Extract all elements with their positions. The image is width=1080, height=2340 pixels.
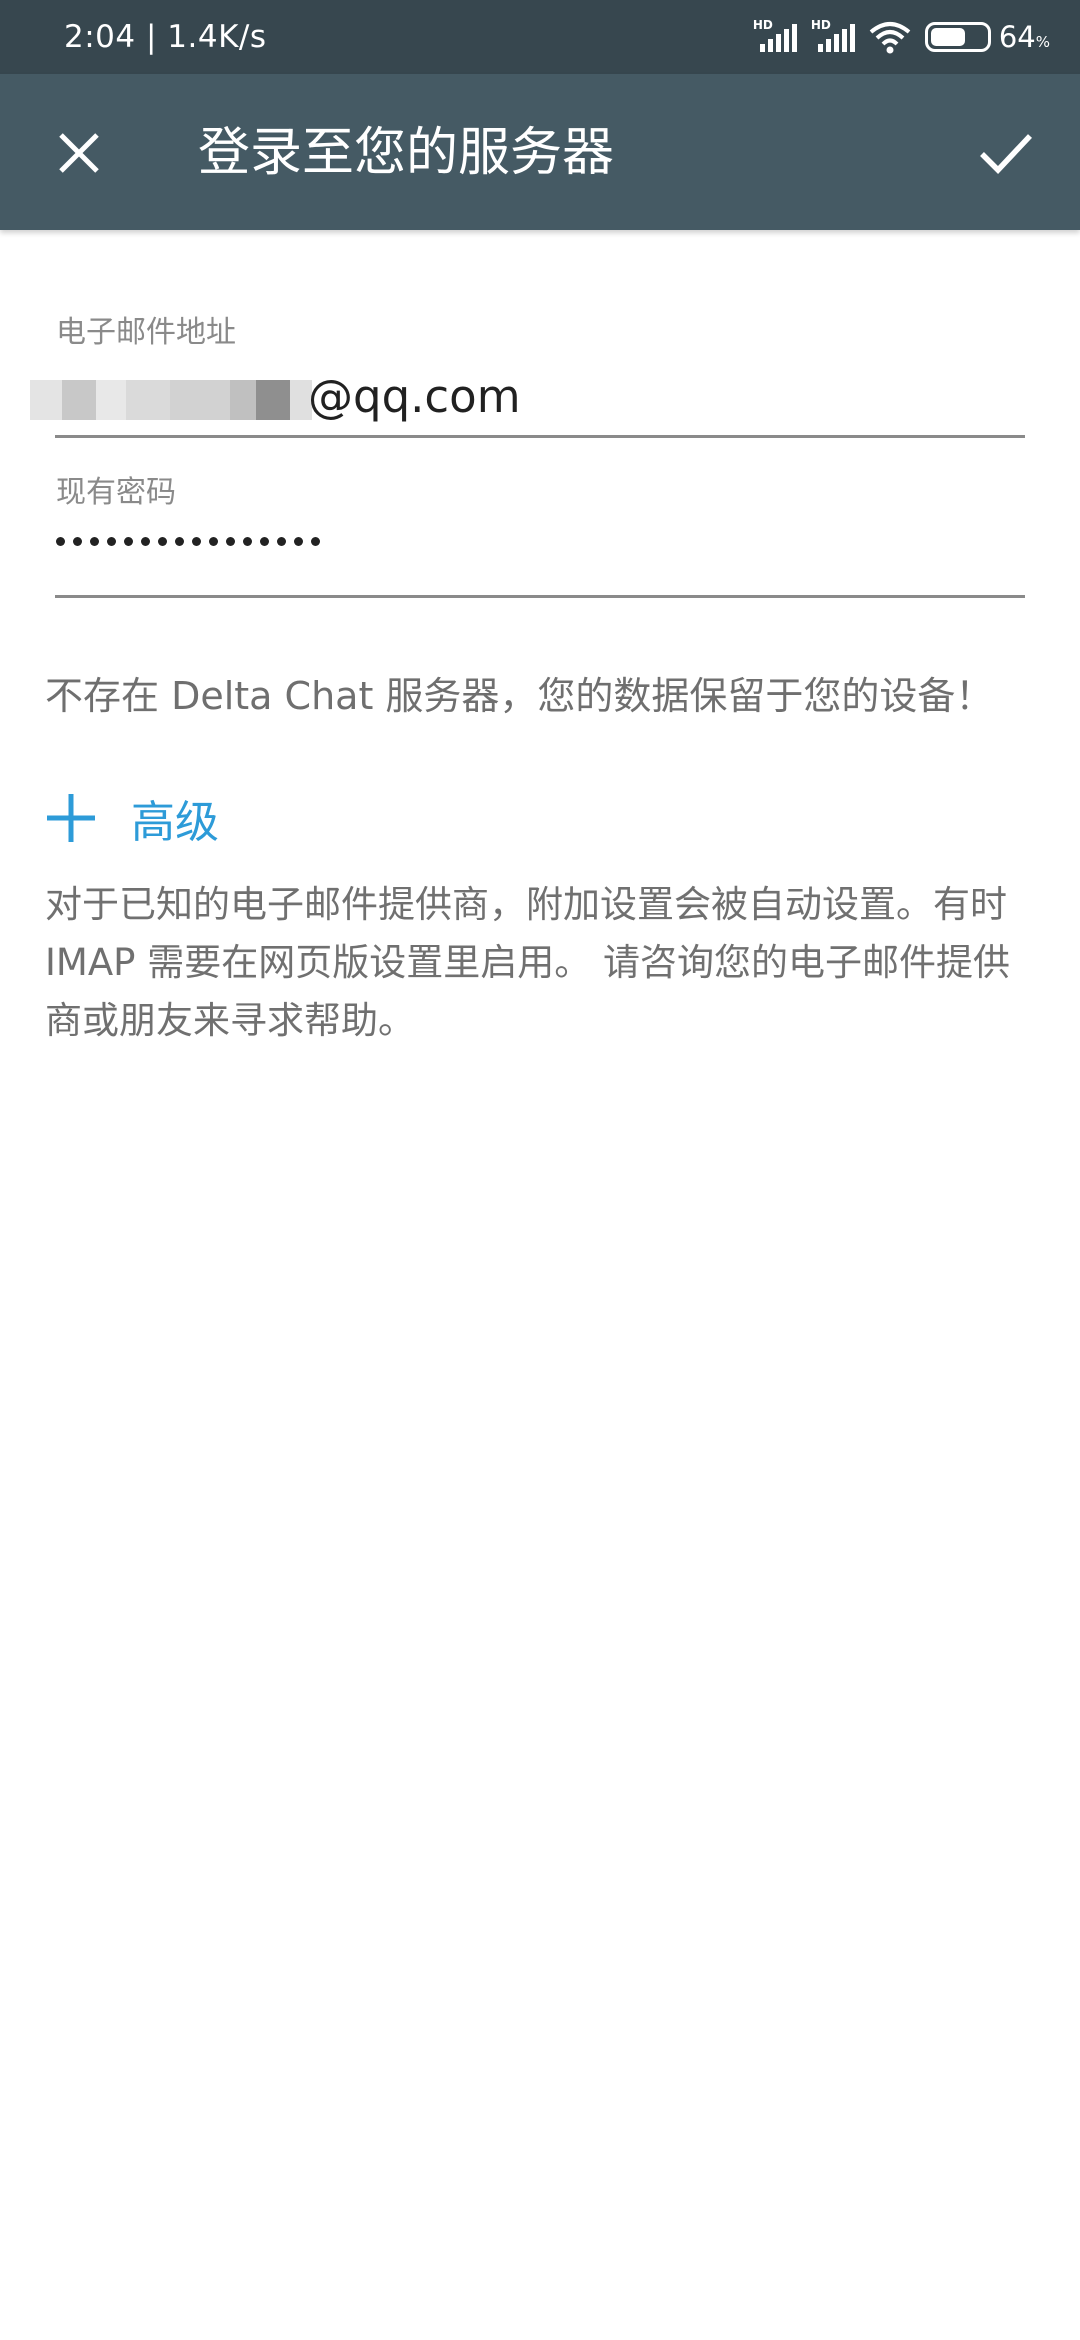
password-dot [141,537,150,546]
wifi-icon [869,22,911,54]
signal-icon: HD [811,18,855,54]
password-dot [226,537,235,546]
email-label: 电子邮件地址 [56,315,236,350]
email-value: @qq.com [308,370,521,423]
advanced-toggle[interactable]: 高级 [45,786,219,850]
battery-percent: 64 [998,20,1036,54]
password-dot [107,537,116,546]
check-icon [980,134,1033,174]
help-description: 对于已知的电子邮件提供商，附加设置会被自动设置。有时 IMAP 需要在网页版设置… [45,883,1010,1042]
password-dot [192,537,201,546]
password-dot [277,537,286,546]
password-dot [175,537,184,546]
password-underline [55,595,1025,598]
password-dot [243,537,252,546]
info-text: 不存在 Delta Chat 服务器，您的数据保留于您的设备！ [45,674,994,718]
password-dot [124,537,133,546]
password-dot [209,537,218,546]
signal-icon: HD [753,18,797,54]
email-underline [55,435,1025,438]
password-dot [311,537,320,546]
close-icon [59,133,99,173]
close-button[interactable] [44,118,114,188]
password-dot [56,537,65,546]
battery-indicator: 64% [924,20,1050,54]
password-dot [73,537,82,546]
page-title: 登录至您的服务器 [198,123,615,183]
password-dot [90,537,99,546]
advanced-label: 高级 [131,797,219,848]
plus-icon [47,794,95,842]
status-time: 2:04 | 1.4K/s [64,19,267,55]
password-value [56,537,320,546]
confirm-button[interactable] [966,118,1046,188]
toolbar: 登录至您的服务器 [0,74,1080,230]
password-dot [260,537,269,546]
password-dot [294,537,303,546]
status-bar: 2:04 | 1.4K/s HD HD 64% [0,0,1080,74]
password-label: 现有密码 [56,475,176,510]
battery-icon [924,22,991,52]
status-icons: HD HD 64% [753,18,1050,54]
battery-unit: % [1035,33,1050,51]
password-dot [158,537,167,546]
